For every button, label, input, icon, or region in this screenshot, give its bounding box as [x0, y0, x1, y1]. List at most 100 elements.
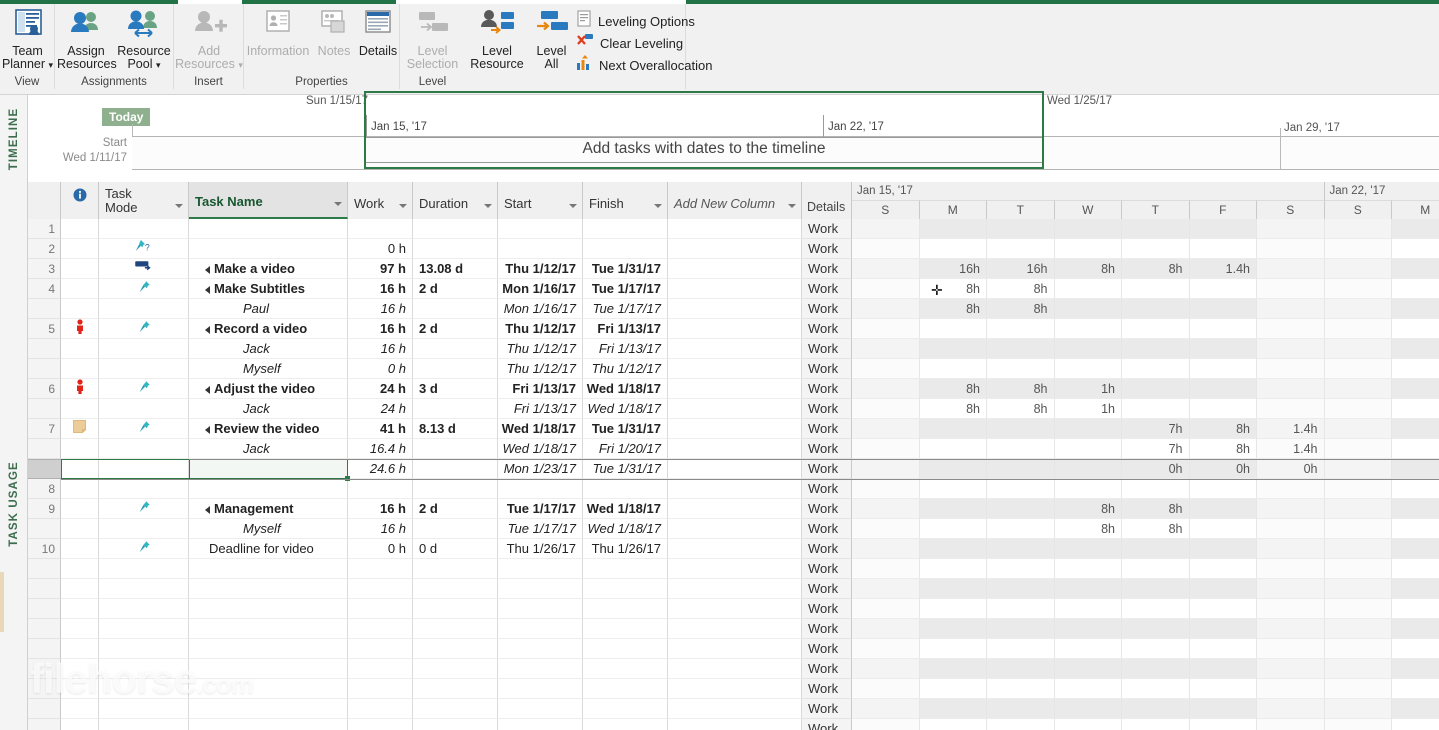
- cell-task-name[interactable]: Management: [189, 499, 348, 519]
- cell-task-name[interactable]: [189, 239, 348, 259]
- cell-finish[interactable]: Tue 1/31/17: [583, 259, 668, 279]
- cell-work-day[interactable]: 8h: [919, 399, 987, 419]
- cell-indicator[interactable]: [61, 319, 99, 339]
- column-header-start[interactable]: Start: [498, 182, 583, 219]
- cell-work-day[interactable]: [1324, 639, 1392, 659]
- cell-duration[interactable]: [413, 239, 498, 259]
- cell-start[interactable]: Wed 1/18/17: [498, 439, 583, 459]
- table-row[interactable]: 6 Adjust the video 24 h3 d Fri 1/13/17 Wed 1…: [28, 379, 1439, 399]
- cell-work-day[interactable]: [987, 559, 1055, 579]
- cell-work-day[interactable]: 1h: [1054, 399, 1122, 419]
- cell-work-day[interactable]: [1257, 579, 1325, 599]
- cell-work-day[interactable]: 8h: [919, 279, 987, 299]
- cell-work[interactable]: [348, 579, 413, 599]
- cell-work-day[interactable]: 8h: [987, 299, 1055, 319]
- cell-indicator[interactable]: [61, 559, 99, 579]
- cell-work-day[interactable]: [852, 519, 920, 539]
- cell-work-day[interactable]: [919, 239, 987, 259]
- cell-work-day[interactable]: [1054, 219, 1122, 239]
- cell-work-day[interactable]: [919, 479, 987, 499]
- cell-work-day[interactable]: [919, 439, 987, 459]
- cell-work-day[interactable]: [1392, 679, 1439, 699]
- cell-work-day[interactable]: [1122, 659, 1190, 679]
- cell-work-day[interactable]: [1324, 379, 1392, 399]
- cell-work[interactable]: 97 h: [348, 259, 413, 279]
- cell-duration[interactable]: 3 d: [413, 379, 498, 399]
- selected-cell[interactable]: [189, 459, 350, 481]
- table-row[interactable]: 9 Management 16 h2 d Tue 1/17/17 Wed 1/18/17…: [28, 499, 1439, 519]
- cell-work-day[interactable]: [852, 539, 920, 559]
- cell-duration[interactable]: [413, 559, 498, 579]
- cell-work-day[interactable]: [919, 459, 987, 479]
- cell-work-day[interactable]: [1257, 539, 1325, 559]
- cell-work-day[interactable]: 8h: [919, 379, 987, 399]
- cell-details[interactable]: Work: [802, 679, 852, 699]
- column-header-taskname[interactable]: Task Name: [189, 182, 348, 219]
- cell-work-day[interactable]: [1122, 219, 1190, 239]
- level-selection-button[interactable]: Level Selection: [400, 8, 465, 71]
- cell-work-day[interactable]: [852, 719, 920, 730]
- cell-work-day[interactable]: [1392, 659, 1439, 679]
- cell-work-day[interactable]: [919, 499, 987, 519]
- cell-work-day[interactable]: [1055, 719, 1122, 730]
- cell-indicator[interactable]: [61, 619, 99, 639]
- cell-work[interactable]: 16 h: [348, 499, 413, 519]
- cell-work-day[interactable]: [1122, 319, 1190, 339]
- cell-work[interactable]: [348, 679, 413, 699]
- cell-work-day[interactable]: 8h: [1189, 439, 1257, 459]
- cell-work-day[interactable]: [1054, 299, 1122, 319]
- cell-indicator[interactable]: [61, 419, 99, 439]
- row-number[interactable]: 4: [28, 279, 61, 299]
- cell-details[interactable]: Work: [802, 519, 852, 539]
- cell-add-new-column[interactable]: [668, 599, 802, 619]
- cell-finish[interactable]: Thu 1/12/17: [583, 359, 668, 379]
- table-row[interactable]: 1 Work: [28, 219, 1439, 239]
- cell-work-day[interactable]: [1189, 379, 1257, 399]
- cell-work-day[interactable]: [1189, 619, 1257, 639]
- cell-task-mode[interactable]: [99, 219, 189, 239]
- timeline-body[interactable]: Today Start Wed 1/11/17 Sun 1/15/17 Wed …: [28, 91, 1439, 182]
- cell-add-new-column[interactable]: [668, 219, 802, 239]
- table-row[interactable]: 4 Make Subtitles 16 h2 d Mon 1/16/17 Tue 1/1…: [28, 279, 1439, 299]
- cell-work-day[interactable]: [852, 319, 920, 339]
- cell-indicator[interactable]: [61, 359, 99, 379]
- cell-add-new-column[interactable]: [668, 439, 802, 459]
- cell-work-day[interactable]: 0h: [1189, 459, 1257, 479]
- cell-add-new-column[interactable]: [668, 719, 802, 730]
- cell-task-mode[interactable]: [99, 599, 189, 619]
- chevron-down-icon[interactable]: [788, 204, 796, 208]
- cell-finish[interactable]: Thu 1/26/17: [583, 539, 668, 559]
- cell-work[interactable]: 0 h: [348, 239, 413, 259]
- cell-details[interactable]: Work: [802, 379, 852, 399]
- cell-details[interactable]: Work: [802, 239, 852, 259]
- cell-add-new-column[interactable]: [668, 559, 802, 579]
- cell-add-new-column[interactable]: [668, 339, 802, 359]
- cell-work-day[interactable]: [1392, 579, 1439, 599]
- cell-work-day[interactable]: 8h: [1392, 459, 1439, 479]
- cell-work-day[interactable]: [1189, 299, 1257, 319]
- cell-finish[interactable]: [583, 619, 668, 639]
- cell-work-day[interactable]: [852, 359, 920, 379]
- level-all-button[interactable]: Level All: [529, 8, 574, 71]
- table-row[interactable]: Work: [28, 599, 1439, 619]
- cell-work-day[interactable]: [1324, 359, 1392, 379]
- row-number[interactable]: 6: [28, 379, 61, 399]
- cell-work-day[interactable]: [987, 599, 1055, 619]
- cell-work-day[interactable]: [1392, 719, 1439, 730]
- cell-work-day[interactable]: [1257, 219, 1325, 239]
- cell-work-day[interactable]: [1392, 539, 1439, 559]
- cell-work-day[interactable]: [1324, 299, 1392, 319]
- cell-work-day[interactable]: [1189, 699, 1257, 719]
- cell-details[interactable]: Work: [802, 339, 852, 359]
- cell-work-day[interactable]: [1122, 719, 1190, 730]
- cell-duration[interactable]: [413, 619, 498, 639]
- cell-indicator[interactable]: [61, 539, 99, 559]
- table-row[interactable]: 5 Record a video 16 h2 d Thu 1/12/17 Fri 1/1…: [28, 319, 1439, 339]
- cell-work-day[interactable]: [1122, 359, 1190, 379]
- cell-task-mode[interactable]: [99, 499, 189, 519]
- cell-work-day[interactable]: [987, 239, 1055, 259]
- table-row[interactable]: 3 Make a video 97 h 13.08 d Thu 1/12/17 Tue 1…: [28, 259, 1439, 279]
- cell-work-day[interactable]: [987, 219, 1055, 239]
- cell-task-mode[interactable]: [99, 719, 189, 730]
- cell-work-day[interactable]: [1257, 619, 1325, 639]
